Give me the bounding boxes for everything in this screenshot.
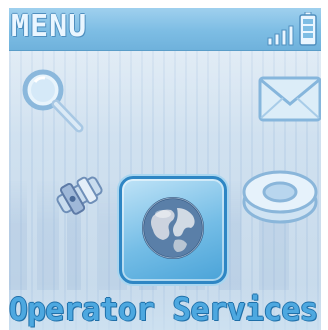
tools-icon[interactable]: [43, 164, 115, 224]
settings-icon[interactable]: [239, 164, 321, 226]
phone-screen: MENU Operator Services: [9, 8, 321, 330]
phone-frame: MENU Operator Services: [0, 0, 328, 330]
globe-icon: [142, 197, 204, 259]
label-bar: Operator Services: [9, 290, 321, 330]
menu-title: MENU: [11, 9, 88, 44]
signal-strength-icon: [267, 25, 294, 46]
operator-services-tile[interactable]: [119, 176, 227, 284]
title-bar: MENU: [9, 8, 321, 51]
battery-icon: [299, 12, 317, 46]
mail-icon[interactable]: [257, 72, 321, 128]
selected-item-label: Operator Services: [9, 292, 318, 328]
search-icon[interactable]: [13, 62, 89, 138]
